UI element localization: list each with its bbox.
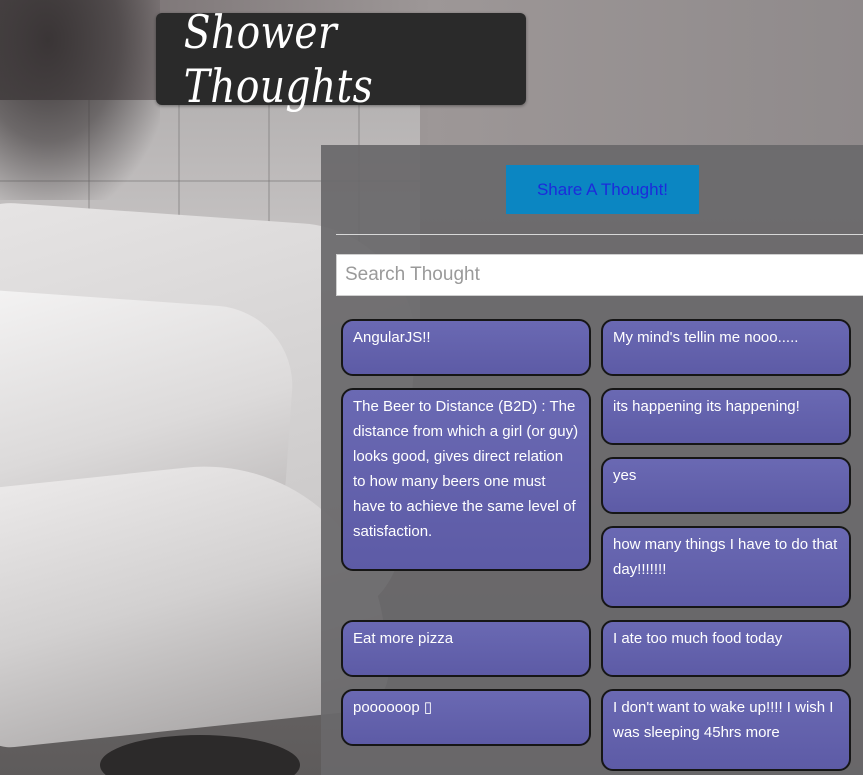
- thought-card[interactable]: My mind's tellin me nooo.....: [601, 319, 851, 376]
- background-shadow: [0, 0, 160, 200]
- thoughts-panel: Share A Thought! AngularJS!! My mind's t…: [321, 145, 863, 775]
- thought-card[interactable]: AngularJS!!: [341, 319, 591, 376]
- search-input[interactable]: [336, 254, 863, 296]
- page-title: Shower Thoughts: [183, 5, 374, 113]
- thought-card[interactable]: poooooop ▯: [341, 689, 591, 746]
- thought-card[interactable]: Eat more pizza: [341, 620, 591, 677]
- thought-card[interactable]: I ate too much food today: [601, 620, 851, 677]
- title-plate: Shower Thoughts: [156, 5, 526, 113]
- thought-card[interactable]: The Beer to Distance (B2D) : The distanc…: [341, 388, 591, 571]
- thought-card[interactable]: I don't want to wake up!!!! I wish I was…: [601, 689, 851, 771]
- thought-card[interactable]: yes: [601, 457, 851, 514]
- divider: [336, 234, 863, 235]
- thought-card[interactable]: how many things I have to do that day!!!…: [601, 526, 851, 608]
- thought-card[interactable]: its happening its happening!: [601, 388, 851, 445]
- share-thought-button[interactable]: Share A Thought!: [506, 165, 699, 214]
